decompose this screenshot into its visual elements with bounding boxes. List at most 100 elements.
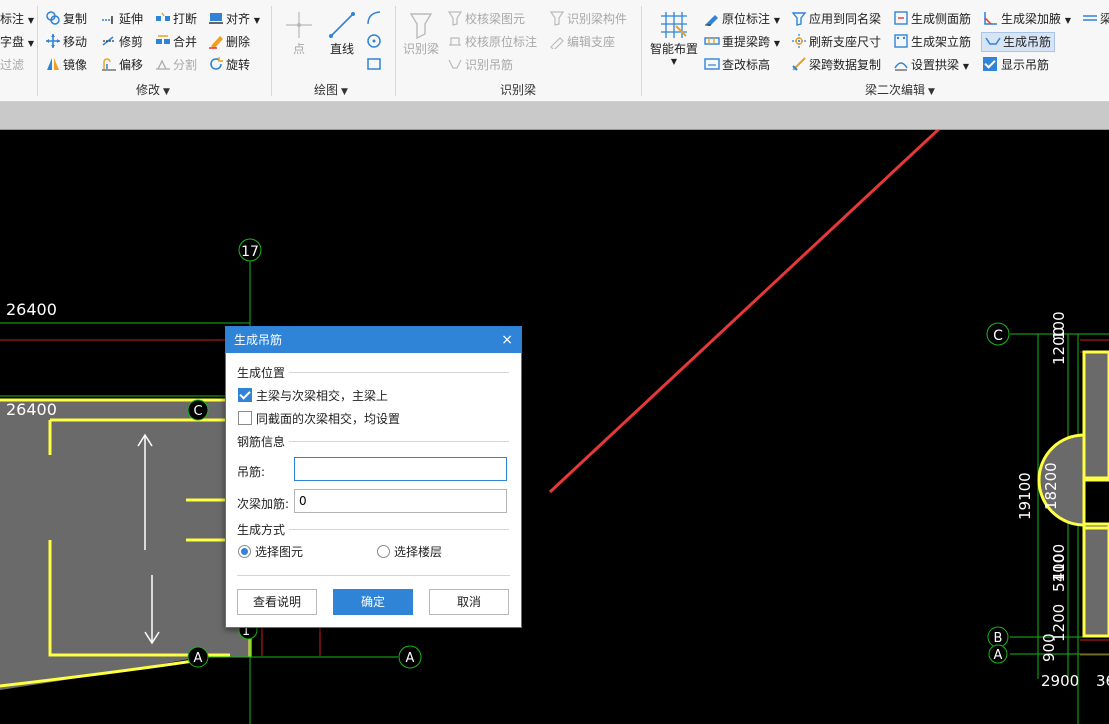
beam-haunch-button[interactable]: 生成梁加腋 ▼	[983, 9, 1071, 29]
axis-bubble-17: 17	[238, 238, 262, 262]
ribbon-edge-item-1[interactable]: 标注 ▼	[0, 9, 34, 29]
identify-beam-button[interactable]: 识别梁	[402, 10, 440, 57]
rotate-button[interactable]: 旋转	[208, 55, 250, 75]
check-elevation-button[interactable]: 查改标高	[704, 55, 770, 75]
mirror-icon	[47, 58, 59, 70]
edit-support-icon	[550, 37, 564, 49]
annotation-icon	[705, 15, 718, 26]
erection-rebar-icon	[894, 34, 908, 48]
ok-button[interactable]: 确定	[333, 589, 413, 615]
circle-icon[interactable]	[365, 32, 383, 50]
ribbon-edge-item-3[interactable]: 过滤	[0, 55, 24, 75]
ribbon: 标注 ▼ 字盘 ▼ 过滤 复制 移动 镜像 延伸 修剪 偏移 打断 合并 分割 …	[0, 0, 1109, 102]
option-same-section[interactable]: 同截面的次梁相交，均设置	[238, 411, 400, 427]
arc-icon[interactable]	[365, 9, 383, 27]
ribbon-group-title-secondary[interactable]: 梁二次编辑 ▼	[865, 81, 935, 98]
offset-button[interactable]: 偏移	[101, 55, 143, 75]
axis-bubble-c-left: C	[187, 399, 209, 421]
section-position: 生成位置	[237, 364, 509, 381]
red-ticks	[261, 626, 321, 656]
delete-button[interactable]: 删除	[208, 32, 250, 52]
dimension-text: 2900	[1041, 672, 1079, 690]
split-button[interactable]: 分割	[155, 55, 197, 75]
refresh-support-button[interactable]: 刷新支座尺寸	[791, 32, 881, 52]
refresh-icon	[792, 34, 806, 48]
show-hanger-checkbox[interactable]	[983, 57, 997, 71]
hanger-rebar-icon	[985, 37, 1001, 45]
radio-select-element[interactable]: 选择图元	[238, 544, 303, 560]
identify-beam-icon	[409, 13, 433, 40]
ribbon-edge-item-2[interactable]: 字盘 ▼	[0, 32, 34, 52]
radio-select-floor[interactable]: 选择楼层	[377, 544, 442, 560]
erection-rebar-button[interactable]: 生成架立筋	[893, 32, 971, 52]
cad-canvas[interactable]: 17 C A A 1 26400 26400 C B A 1200 100 19…	[0, 130, 1109, 724]
eraser-icon	[209, 36, 223, 49]
axis-bubble-a-right: A	[988, 644, 1008, 664]
re-extract-span-button[interactable]: 重提梁跨 ▼	[704, 32, 780, 52]
rectangle-icon[interactable]	[365, 55, 383, 73]
point-button[interactable]: 点	[283, 10, 315, 57]
svg-text:A: A	[406, 651, 415, 666]
help-button[interactable]: 查看说明	[237, 589, 317, 615]
set-arch-beam-button[interactable]: 设置拱梁 ▼	[893, 55, 969, 75]
secondary-rebar-label: 次梁加筋:	[237, 497, 290, 511]
line-button[interactable]: 直线	[325, 10, 359, 57]
dimension-text: 18200	[1042, 462, 1060, 510]
copy-button[interactable]: 复制	[45, 9, 87, 29]
dialog-title-bar[interactable]: 生成吊筋 ×	[226, 327, 521, 353]
smart-layout-button[interactable]: 智能布置 ▼	[648, 10, 700, 67]
span-icon	[704, 37, 720, 45]
drawing-tab-bar	[0, 102, 1109, 130]
merge-button[interactable]: 合并	[155, 32, 197, 52]
move-button[interactable]: 移动	[45, 32, 87, 52]
secondary-rebar-input[interactable]	[294, 489, 507, 513]
point-icon	[286, 12, 312, 38]
dimension-text: 36	[1096, 672, 1109, 690]
check-annotation-button[interactable]: 校核原位标注	[447, 32, 537, 52]
dimension-lines	[0, 322, 250, 397]
generate-hanger-button[interactable]: 生成吊筋	[981, 32, 1056, 52]
split-icon	[156, 59, 170, 70]
copy-icon	[46, 11, 60, 25]
in-situ-annotation-button[interactable]: 原位标注 ▼	[704, 9, 780, 29]
identify-beam-component-button[interactable]: 识别梁构件	[549, 9, 627, 29]
side-rebar-button[interactable]: 生成侧面筋	[893, 9, 971, 29]
mirror-button[interactable]: 镜像	[45, 55, 87, 75]
check-beam-button[interactable]: 校核梁图元	[447, 9, 525, 29]
svg-text:A: A	[994, 648, 1003, 663]
hanger-input[interactable]	[294, 457, 507, 481]
arch-beam-icon	[894, 62, 908, 71]
option-main-secondary[interactable]: 主梁与次梁相交，主梁上	[238, 388, 388, 404]
divider	[237, 575, 510, 576]
move-icon	[46, 34, 60, 48]
beam-slab-area	[0, 400, 250, 690]
ribbon-group-title-identify: 识别梁	[500, 83, 537, 97]
edit-support-button[interactable]: 编辑支座	[549, 32, 615, 52]
smart-layout-icon	[661, 12, 687, 38]
ribbon-group-title-modify[interactable]: 修改 ▼	[136, 81, 170, 98]
align-icon	[209, 13, 223, 24]
offset-icon	[102, 58, 116, 71]
line-draw-icon	[329, 12, 355, 38]
identify-hanger-button[interactable]: 识别吊筋	[447, 55, 513, 75]
ribbon-group-title-draw[interactable]: 绘图 ▼	[314, 81, 348, 98]
trim-button[interactable]: 修剪	[101, 32, 143, 52]
rotate-icon	[210, 57, 223, 70]
apply-same-name-button[interactable]: 应用到同名梁	[791, 9, 881, 29]
hanger-label: 吊筋:	[237, 465, 266, 479]
align-button[interactable]: 对齐 ▼	[208, 9, 260, 29]
break-button[interactable]: 打断	[155, 9, 197, 29]
show-hanger-toggle[interactable]: 显示吊筋	[983, 55, 1049, 75]
cancel-button[interactable]: 取消	[429, 589, 509, 615]
merge-icon	[156, 35, 170, 44]
beam-icon	[1083, 15, 1097, 21]
apply-icon	[791, 12, 807, 26]
close-icon[interactable]: ×	[501, 327, 513, 353]
span-data-copy-button[interactable]: 梁跨数据复制	[791, 55, 881, 75]
checkbox-same-section[interactable]	[238, 411, 252, 425]
ribbon-edge-beam-button[interactable]: 梁	[1082, 9, 1109, 29]
svg-text:A: A	[194, 651, 203, 666]
extend-button[interactable]: 延伸	[101, 9, 143, 29]
checkbox-main-secondary[interactable]	[238, 388, 252, 402]
beam-component-icon	[549, 11, 565, 26]
